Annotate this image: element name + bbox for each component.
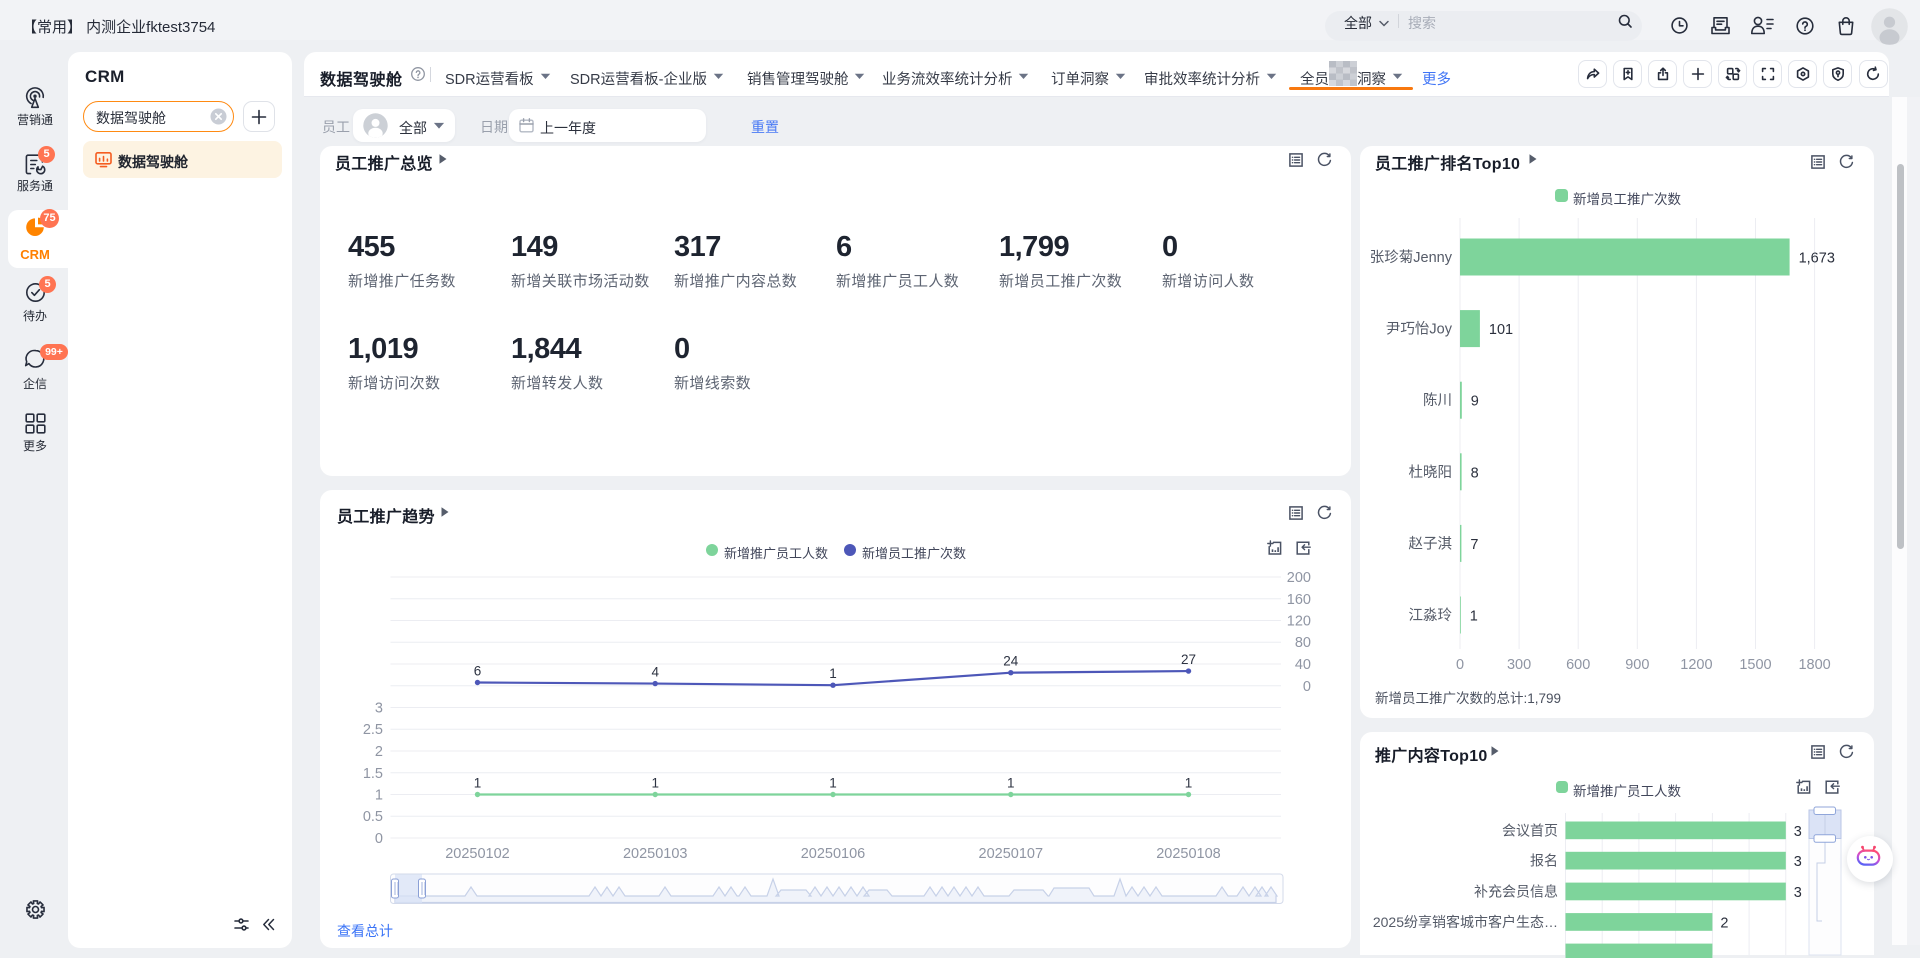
svg-text:600: 600 [1566, 657, 1590, 673]
svg-text:2: 2 [1720, 915, 1728, 931]
svg-text:1: 1 [1470, 609, 1478, 625]
svg-text:3: 3 [1794, 854, 1802, 870]
svg-text:101: 101 [1489, 322, 1513, 338]
svg-text:0: 0 [1456, 657, 1464, 673]
svg-text:陈川: 陈川 [1423, 391, 1452, 409]
svg-text:1200: 1200 [1680, 657, 1712, 673]
svg-text:尹巧怡Joy: 尹巧怡Joy [1386, 321, 1453, 338]
svg-text:赵子淇: 赵子淇 [1409, 535, 1453, 552]
svg-text:张珍菊Jenny: 张珍菊Jenny [1370, 249, 1453, 266]
svg-text:7: 7 [1470, 537, 1478, 553]
svg-text:900: 900 [1625, 657, 1649, 673]
svg-text:补充会员信息: 补充会员信息 [1474, 883, 1558, 899]
svg-text:杜晓阳: 杜晓阳 [1409, 464, 1453, 481]
svg-text:8: 8 [1471, 465, 1479, 481]
svg-text:2025纷享销客城市客户生态…: 2025纷享销客城市客户生态… [1373, 914, 1558, 930]
svg-text:300: 300 [1507, 657, 1531, 673]
svg-text:会议首页: 会议首页 [1502, 822, 1558, 838]
svg-text:江淼玲: 江淼玲 [1409, 607, 1453, 624]
svg-text:1800: 1800 [1798, 657, 1830, 673]
svg-text:报名: 报名 [1530, 853, 1558, 869]
svg-text:1,673: 1,673 [1799, 251, 1835, 267]
svg-text:3: 3 [1794, 885, 1802, 901]
svg-text:1500: 1500 [1739, 657, 1771, 673]
svg-text:3: 3 [1794, 824, 1802, 840]
svg-text:9: 9 [1471, 394, 1479, 410]
